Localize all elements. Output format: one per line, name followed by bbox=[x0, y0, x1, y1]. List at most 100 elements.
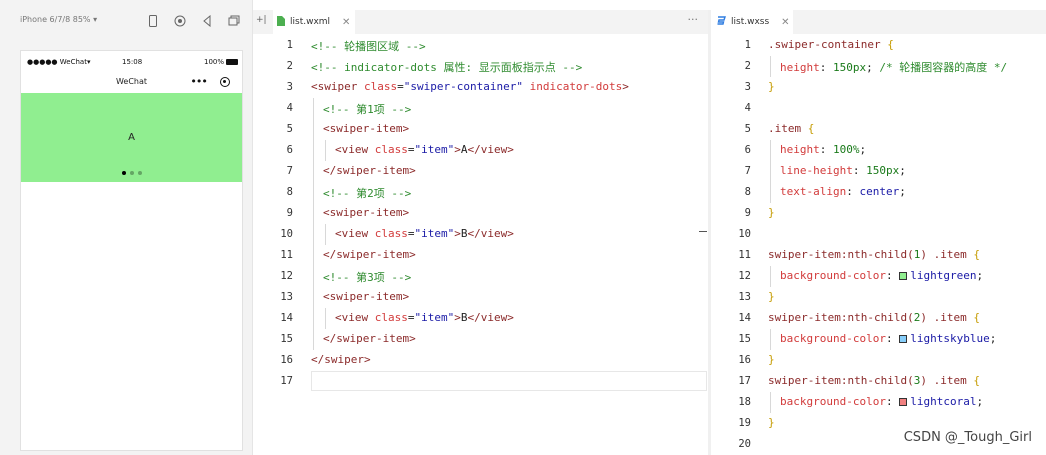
code-token: text-align bbox=[780, 185, 847, 198]
code-token: /* 轮播图容器的高度 */ bbox=[879, 61, 1008, 74]
code-token: B bbox=[460, 311, 468, 324]
code-line[interactable]: 15 </swiper-item> bbox=[253, 329, 708, 350]
code-token: class bbox=[374, 143, 408, 156]
close-icon[interactable]: ✕ bbox=[342, 17, 350, 28]
phone-icon[interactable] bbox=[145, 13, 161, 29]
code-token: "item" bbox=[414, 227, 455, 240]
swiper-container[interactable]: A bbox=[21, 93, 242, 182]
code-line[interactable]: 9} bbox=[711, 203, 1046, 224]
code-line[interactable]: 7 line-height: 150px; bbox=[711, 161, 1046, 182]
code-line[interactable]: 3} bbox=[711, 77, 1046, 98]
line-number: 8 bbox=[286, 186, 293, 198]
tab-list-wxml[interactable]: list.wxml ✕ bbox=[273, 10, 355, 34]
code-text: height: 150px; /* 轮播图容器的高度 */ bbox=[780, 59, 1007, 75]
code-token: class bbox=[363, 80, 398, 93]
code-line[interactable]: 16 </swiper> bbox=[253, 350, 708, 371]
code-token: </view> bbox=[467, 311, 514, 324]
code-token: <!-- 轮播图区域 --> bbox=[311, 40, 426, 53]
record-icon[interactable] bbox=[172, 13, 188, 29]
more-actions-button[interactable]: ··· bbox=[688, 13, 699, 26]
color-swatch-icon[interactable] bbox=[899, 272, 908, 280]
code-token: background-color bbox=[780, 395, 886, 408]
code-token: = bbox=[397, 80, 404, 93]
editor-tabbar: +| list.wxml ✕ ··· bbox=[253, 10, 708, 34]
code-text: swiper-item:nth-child(3) .item { bbox=[768, 374, 980, 387]
code-line[interactable]: 8 text-align: center; bbox=[711, 182, 1046, 203]
code-line[interactable]: 6 height: 100%; bbox=[711, 140, 1046, 161]
code-line[interactable]: 13} bbox=[711, 287, 1046, 308]
indent-guide bbox=[313, 140, 314, 161]
code-text: </swiper-item> bbox=[323, 332, 416, 345]
code-text: } bbox=[768, 353, 775, 366]
indicator-dot[interactable] bbox=[129, 171, 134, 175]
code-line[interactable]: 4 bbox=[711, 98, 1046, 119]
code-text: </swiper-item> bbox=[323, 248, 416, 261]
line-number: 6 bbox=[744, 144, 751, 156]
code-line[interactable]: 3 <swiper class="swiper-container" indica… bbox=[253, 77, 708, 98]
code-line[interactable]: 2 height: 150px; /* 轮播图容器的高度 */ bbox=[711, 56, 1046, 77]
code-line[interactable]: 14 swiper-item:nth-child(2) .item { bbox=[711, 308, 1046, 329]
code-line[interactable]: 1 .swiper-container { bbox=[711, 35, 1046, 56]
code-line[interactable]: 11 swiper-item:nth-child(1) .item { bbox=[711, 245, 1046, 266]
close-mini-program-icon[interactable] bbox=[219, 77, 230, 87]
code-line[interactable]: 11 </swiper-item> bbox=[253, 245, 708, 266]
indicator-dots bbox=[21, 171, 242, 175]
code-line[interactable]: 10 bbox=[711, 224, 1046, 245]
code-text: } bbox=[768, 206, 775, 219]
code-line[interactable]: 10 <view class="item">B</view> bbox=[253, 224, 708, 245]
code-line[interactable]: 14 <view class="item">B</view> bbox=[253, 308, 708, 329]
code-text: <view class="item">A</view> bbox=[335, 143, 514, 156]
line-number: 13 bbox=[738, 291, 751, 303]
code-token: } bbox=[768, 80, 775, 93]
code-token: <!-- indicator-dots 属性: 显示面板指示点 --> bbox=[311, 61, 583, 74]
split-editor-button[interactable]: +| bbox=[256, 15, 267, 25]
indicator-dot[interactable] bbox=[137, 171, 142, 175]
close-icon[interactable]: ✕ bbox=[781, 17, 789, 28]
code-text: <swiper-item> bbox=[323, 206, 409, 219]
code-line[interactable]: 17 swiper-item:nth-child(3) .item { bbox=[711, 371, 1046, 392]
code-line[interactable]: 5 <swiper-item> bbox=[253, 119, 708, 140]
color-swatch-icon[interactable] bbox=[899, 398, 908, 406]
indent-guide bbox=[313, 98, 314, 119]
tab-list-wxss[interactable]: list.wxss ✕ bbox=[711, 10, 793, 34]
line-number: 11 bbox=[738, 249, 751, 261]
code-token: </swiper-item> bbox=[323, 332, 416, 345]
code-line[interactable]: 12 <!-- 第3项 --> bbox=[253, 266, 708, 287]
color-swatch-icon[interactable] bbox=[899, 335, 908, 343]
code-line[interactable]: 8 <!-- 第2项 --> bbox=[253, 182, 708, 203]
swiper-item: A bbox=[21, 93, 242, 182]
back-icon[interactable] bbox=[199, 13, 215, 29]
code-line[interactable]: 16} bbox=[711, 350, 1046, 371]
status-bar: ●●●●● WeChat▾ 15:08 100% bbox=[21, 51, 242, 73]
code-token: lightcoral bbox=[910, 395, 977, 408]
code-line[interactable]: 5 .item { bbox=[711, 119, 1046, 140]
code-line[interactable]: 15 background-color: lightskyblue; bbox=[711, 329, 1046, 350]
wxss-file-icon bbox=[717, 16, 726, 28]
code-token: } bbox=[768, 290, 775, 303]
code-token: swiper-item:nth-child( bbox=[768, 374, 914, 387]
code-line[interactable]: 18 background-color: lightcoral; bbox=[711, 392, 1046, 413]
code-line[interactable]: 6 <view class="item">A</view> bbox=[253, 140, 708, 161]
code-line[interactable]: 7 </swiper-item> bbox=[253, 161, 708, 182]
code-text: background-color: lightcoral; bbox=[780, 395, 983, 408]
indent-guide bbox=[325, 224, 326, 245]
line-number: 7 bbox=[286, 165, 293, 177]
code-token: swiper-item:nth-child( bbox=[768, 311, 914, 324]
indicator-dot[interactable] bbox=[121, 171, 126, 175]
code-text: <!-- 第1项 --> bbox=[323, 101, 411, 117]
code-line[interactable]: 13 <swiper-item> bbox=[253, 287, 708, 308]
window-icon[interactable] bbox=[226, 13, 242, 29]
code-text: .item { bbox=[768, 122, 814, 135]
more-menu-icon[interactable]: ••• bbox=[190, 76, 207, 87]
code-line[interactable]: 12 background-color: lightgreen; bbox=[711, 266, 1046, 287]
code-line[interactable]: 4 <!-- 第1项 --> bbox=[253, 98, 708, 119]
code-line[interactable]: 1 <!-- 轮播图区域 --> bbox=[253, 35, 708, 56]
device-selector[interactable]: iPhone 6/7/8 85% ▾ bbox=[20, 15, 97, 24]
code-line[interactable]: 2 <!-- indicator-dots 属性: 显示面板指示点 --> bbox=[253, 56, 708, 77]
current-line-highlight bbox=[311, 371, 707, 391]
code-line[interactable]: 9 <swiper-item> bbox=[253, 203, 708, 224]
carrier-label: ●●●●● WeChat▾ bbox=[27, 58, 91, 66]
code-token: ) .item bbox=[920, 374, 974, 387]
code-token: A bbox=[460, 143, 468, 156]
code-text: swiper-item:nth-child(1) .item { bbox=[768, 248, 980, 261]
